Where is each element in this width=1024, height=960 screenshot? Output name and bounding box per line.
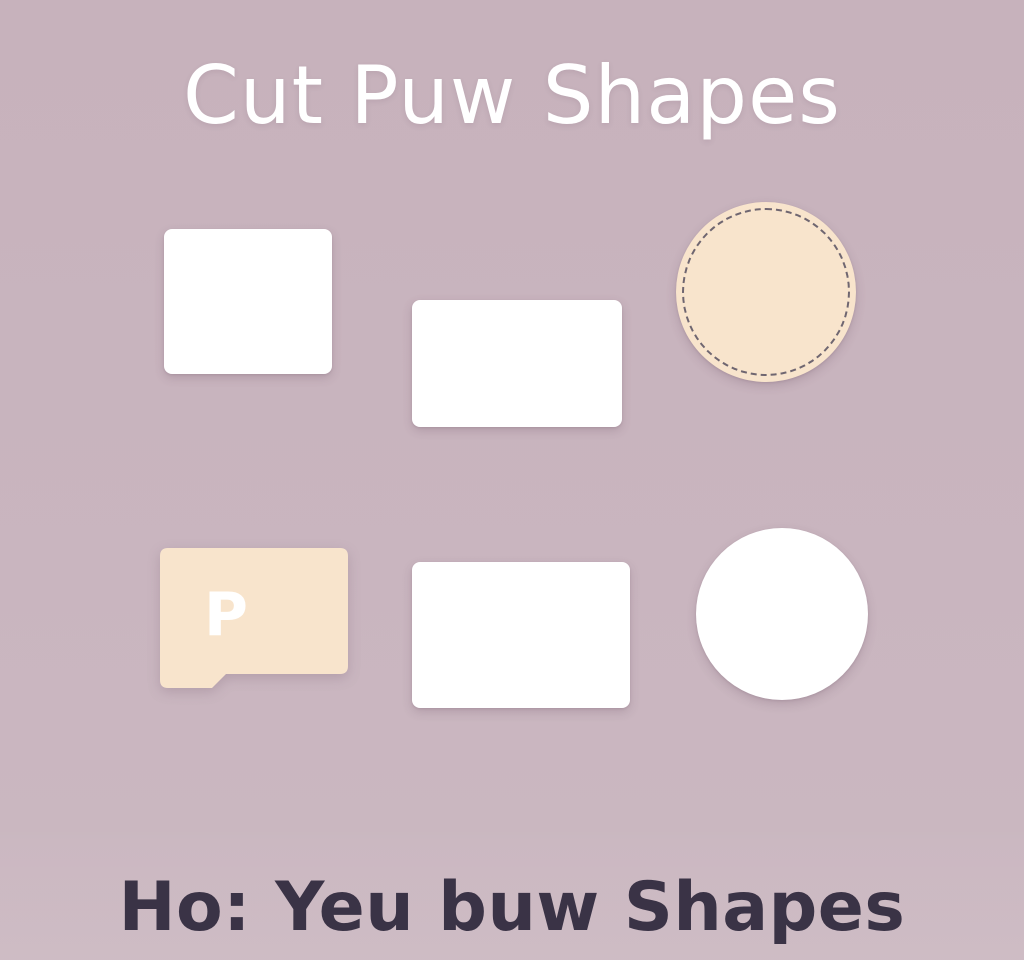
cream-tag-shape[interactable]: P — [160, 548, 348, 688]
white-circle-shape[interactable] — [696, 528, 868, 700]
white-rectangle-shape-top[interactable] — [412, 300, 622, 427]
tag-shape-outline — [160, 548, 348, 688]
white-square-shape[interactable] — [164, 229, 332, 374]
tag-letter-p: P — [204, 580, 248, 650]
white-rectangle-shape-bottom[interactable] — [412, 562, 630, 708]
page-subtitle: Ho: Yeu buw Shapes — [118, 868, 906, 947]
cream-circle-dashed-outline-shape[interactable] — [676, 202, 856, 382]
page-title: Cut Puw Shapes — [183, 49, 841, 142]
